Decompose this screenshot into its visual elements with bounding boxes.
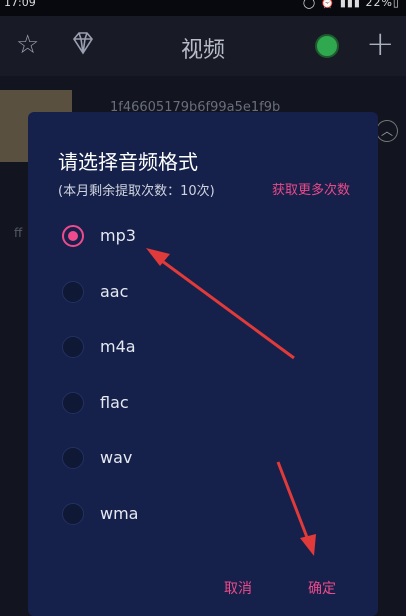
format-label: mp3 — [100, 226, 136, 245]
format-option-m4a[interactable]: m4a — [58, 327, 258, 367]
confirm-button[interactable]: 确定 — [308, 578, 336, 598]
radio-button[interactable] — [62, 447, 84, 469]
format-option-flac[interactable]: flac — [58, 383, 258, 423]
radio-button[interactable] — [62, 392, 84, 414]
format-label: wma — [100, 504, 139, 523]
chevron-up-icon[interactable]: ︿ — [376, 120, 398, 142]
format-label: m4a — [100, 337, 136, 356]
radio-button[interactable] — [62, 336, 84, 358]
avatar[interactable] — [315, 34, 339, 58]
format-option-wma[interactable]: wma — [58, 494, 258, 534]
format-option-aac[interactable]: aac — [58, 272, 258, 312]
format-option-wav[interactable]: wav — [58, 438, 258, 478]
radio-button[interactable] — [62, 503, 84, 525]
radio-button[interactable] — [62, 225, 84, 247]
dialog-title: 请选择音频格式 — [58, 150, 198, 174]
get-more-link[interactable]: 获取更多次数 — [272, 179, 350, 198]
side-label: ff — [14, 226, 23, 240]
app-bar: ☆ 视频 + — [0, 16, 406, 76]
quota-text: (本月剩余提取次数：10次) — [58, 184, 215, 199]
page-title: 视频 — [180, 38, 225, 63]
format-option-mp3[interactable]: mp3 — [58, 216, 258, 256]
radio-button[interactable] — [62, 281, 84, 303]
format-label: aac — [100, 282, 129, 301]
status-bar: 17:09 ◯ ⏰ ▮▮▮ 22%▯ — [0, 0, 406, 16]
plus-icon[interactable]: + — [366, 24, 395, 64]
cancel-button[interactable]: 取消 — [224, 578, 252, 598]
status-icons: ◯ ⏰ ▮▮▮ 22%▯ — [302, 0, 400, 9]
format-label: flac — [100, 393, 129, 412]
audio-format-dialog: 请选择音频格式 (本月剩余提取次数：10次) 获取更多次数 mp3 aac m4… — [28, 112, 378, 616]
format-label: wav — [100, 448, 133, 467]
status-time: 17:09 — [4, 0, 36, 9]
